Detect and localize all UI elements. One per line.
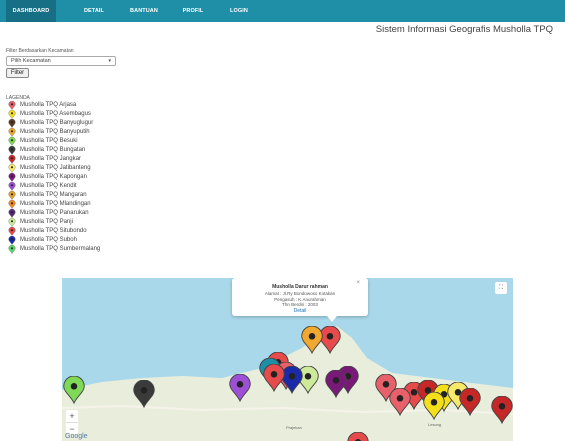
legend-label: Musholla TPQ Besuki (20, 138, 78, 144)
legend-label: Musholla TPQ Panji (20, 219, 73, 225)
place-label: Lesong (428, 422, 442, 427)
legend-label: Musholla TPQ Sumbermalang (20, 246, 101, 252)
map-marker-icon (8, 137, 16, 146)
map-marker[interactable] (458, 388, 482, 416)
page-title: Sistem Informasi Geografis Musholla TPQ (375, 24, 553, 35)
legend-label: Musholla TPQ Banyuglugur (20, 120, 94, 126)
legend-label: Musholla TPQ Kapongan (20, 174, 87, 180)
map-popup: × Musholla Darur rahman Alamat : Jl.Ry B… (232, 278, 368, 316)
legend-label: Musholla TPQ Jatibanteng (20, 165, 91, 171)
chevron-down-icon: ▾ (108, 58, 111, 64)
map-marker-icon (8, 209, 16, 218)
legend-label: Musholla TPQ Mangaran (20, 192, 87, 198)
map-marker[interactable] (132, 380, 156, 408)
legend-label: Musholla TPQ Arjasa (20, 102, 77, 108)
map-marker[interactable] (300, 326, 324, 354)
map-view[interactable]: × Musholla Darur rahman Alamat : Jl.Ry B… (62, 278, 513, 441)
place-label: Prajekan (286, 425, 302, 430)
nav-login[interactable]: LOGIN (222, 0, 256, 22)
legend-label: Musholla TPQ Bungatan (20, 147, 86, 153)
legend-label: Musholla TPQ Asembagus (20, 111, 91, 117)
popup-detail-link[interactable]: Detail (232, 308, 368, 314)
legend-label: Musholla TPQ Kendit (20, 183, 77, 189)
fullscreen-icon[interactable]: ⛶ (495, 282, 507, 294)
map-marker[interactable] (490, 396, 513, 424)
map-marker-icon (8, 110, 16, 119)
legend-label: Musholla TPQ Situbondo (20, 228, 87, 234)
kecamatan-select[interactable]: Pilih Kecamatan ▾ (6, 56, 116, 66)
map-marker[interactable] (262, 364, 286, 392)
popup-year: Thn Berdiri : 2003 (282, 302, 318, 307)
map-marker-icon (8, 245, 16, 254)
map-marker-icon (8, 101, 16, 110)
map-marker[interactable] (228, 374, 252, 402)
zoom-in-button[interactable]: + (66, 410, 78, 422)
popup-address: Alamat : Jl.Ry Bondowoso Kotakan (264, 291, 336, 296)
map-marker[interactable] (422, 392, 446, 420)
google-logo: Google (65, 433, 88, 440)
zoom-control: + − (66, 410, 78, 434)
nav-dashboard[interactable]: DASHBOARD (6, 0, 56, 22)
legend-label: Musholla TPQ Mlandingan (20, 201, 91, 207)
legend-label: Musholla TPQ Banyuputih (20, 129, 90, 135)
map-marker-icon (8, 191, 16, 200)
map-marker-icon (8, 200, 16, 209)
nav-bantuan[interactable]: BANTUAN (124, 0, 164, 22)
map-marker-icon (8, 236, 16, 245)
map-marker-icon (8, 227, 16, 236)
popup-title: Musholla Darur rahman (272, 284, 328, 290)
filter-label: Filter Berdasarkan Kecamatan (6, 48, 74, 54)
map-marker-icon (8, 119, 16, 128)
map-marker-icon (8, 218, 16, 227)
map-marker[interactable] (324, 370, 348, 398)
nav-detail[interactable]: DETAIL (76, 0, 112, 22)
map-marker-icon (8, 146, 16, 155)
map-marker-icon (8, 155, 16, 164)
legend-label: Musholla TPQ Panarukan (20, 210, 89, 216)
map-marker-icon (8, 164, 16, 173)
map-marker-icon (8, 128, 16, 137)
map-marker-icon (8, 173, 16, 182)
map-marker[interactable] (346, 432, 370, 441)
map-marker-icon (8, 182, 16, 191)
legend-label: Musholla TPQ Suboh (20, 237, 77, 243)
popup-tail (327, 316, 337, 322)
kecamatan-select-value: Pilih Kecamatan (11, 58, 51, 64)
map-marker[interactable] (62, 376, 86, 404)
filter-button[interactable]: Filter (6, 68, 29, 78)
top-navbar: DASHBOARD DETAIL BANTUAN PROFIL LOGIN (0, 0, 565, 22)
legend-label: Musholla TPQ Jangkar (20, 156, 81, 162)
map-marker[interactable] (388, 388, 412, 416)
nav-profil[interactable]: PROFIL (176, 0, 210, 22)
